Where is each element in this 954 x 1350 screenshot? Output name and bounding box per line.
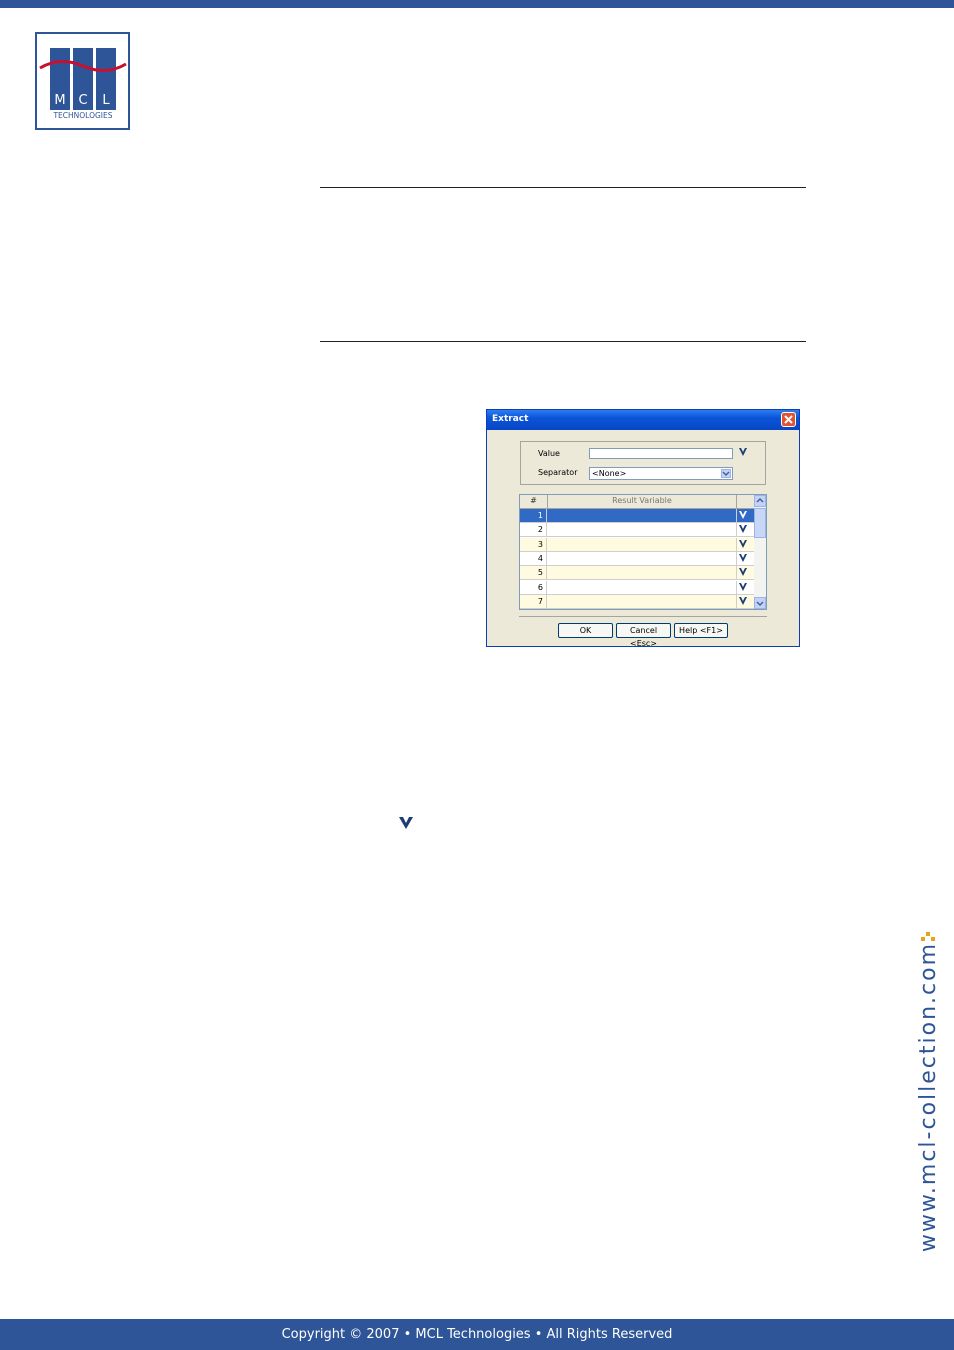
scroll-up-button[interactable] — [754, 495, 766, 507]
variable-picker-icon[interactable] — [738, 447, 748, 457]
chevron-down-icon — [722, 471, 730, 477]
result-variable-cell[interactable] — [548, 551, 737, 565]
result-variable-cell[interactable] — [548, 537, 737, 551]
separator-select[interactable]: <None> — [589, 467, 733, 480]
row-number: 1 — [520, 509, 547, 522]
rule-bottom — [320, 341, 806, 342]
result-variable-cell[interactable] — [548, 566, 737, 580]
row-number: 6 — [520, 580, 547, 594]
help-button[interactable]: Help <F1> — [674, 623, 728, 638]
row-number: 7 — [520, 594, 547, 608]
table-row[interactable]: 7 — [520, 594, 754, 609]
scroll-down-button[interactable] — [754, 597, 766, 609]
row-number: 2 — [520, 523, 547, 537]
separator-value: <None> — [592, 469, 627, 478]
close-button[interactable] — [781, 412, 796, 427]
orange-dots-icon — [921, 931, 935, 941]
button-separator — [519, 616, 767, 617]
variable-v-icon — [399, 817, 413, 829]
table-row[interactable]: 6 — [520, 580, 754, 595]
variable-picker-icon[interactable] — [738, 582, 748, 592]
website-url: www.mcl-collection.com — [915, 941, 941, 1252]
separator-label: Separator — [538, 468, 578, 477]
extract-dialog: Extract Value Separator <None> # Result … — [486, 409, 800, 648]
close-icon — [784, 415, 793, 424]
ok-button[interactable]: OK — [558, 623, 613, 638]
result-variable-cell[interactable] — [548, 580, 737, 594]
table-row[interactable]: 4 — [520, 551, 754, 566]
top-bar — [0, 0, 954, 8]
copyright-text: Copyright © 2007 • MCL Technologies • Al… — [281, 1327, 673, 1342]
result-variable-cell[interactable] — [548, 509, 737, 522]
value-input[interactable] — [589, 448, 733, 459]
table-row[interactable]: 1 — [520, 509, 754, 523]
result-grid: # Result Variable 1234567 — [519, 494, 767, 610]
column-header-result-variable: Result Variable — [548, 495, 737, 508]
variable-picker-icon[interactable] — [738, 567, 748, 577]
table-row[interactable]: 2 — [520, 523, 754, 538]
row-number: 4 — [520, 551, 547, 565]
cancel-button[interactable]: Cancel <Esc> — [616, 623, 671, 648]
dialog-title: Extract — [492, 414, 529, 424]
logo-letter-l: L — [102, 93, 110, 108]
variable-picker-icon[interactable] — [738, 524, 748, 534]
variable-picker-icon[interactable] — [738, 553, 748, 563]
table-row[interactable]: 5 — [520, 566, 754, 581]
scroll-thumb[interactable] — [754, 508, 766, 538]
grid-header: # Result Variable — [520, 495, 754, 509]
result-variable-cell[interactable] — [548, 594, 737, 608]
variable-picker-icon[interactable] — [738, 510, 748, 520]
logo-subtitle: TECHNOLOGIES — [52, 111, 112, 120]
column-header-number: # — [520, 495, 548, 508]
chevron-up-icon — [756, 497, 764, 503]
variable-picker-icon[interactable] — [738, 596, 748, 606]
side-url: www.mcl-collection.com — [912, 872, 944, 1252]
logo-letter-c: C — [78, 93, 87, 108]
rule-top — [320, 187, 806, 188]
row-number: 3 — [520, 537, 547, 551]
grid-scrollbar[interactable] — [754, 495, 766, 609]
mcl-logo: M C L TECHNOLOGIES — [35, 32, 130, 130]
chevron-down-icon — [756, 601, 764, 607]
dialog-titlebar[interactable]: Extract — [487, 410, 799, 430]
dropdown-button[interactable] — [721, 469, 731, 478]
logo-letter-m: M — [54, 93, 65, 108]
value-label: Value — [538, 449, 560, 458]
variable-picker-icon[interactable] — [738, 539, 748, 549]
result-variable-cell[interactable] — [548, 523, 737, 537]
row-number: 5 — [520, 566, 547, 580]
footer: Copyright © 2007 • MCL Technologies • Al… — [0, 1319, 954, 1350]
table-row[interactable]: 3 — [520, 537, 754, 552]
